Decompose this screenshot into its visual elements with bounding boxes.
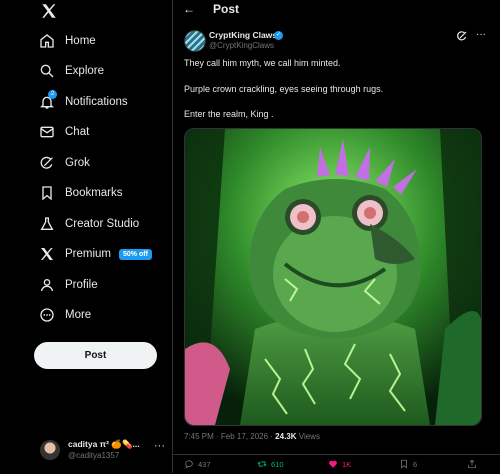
tweet-timestamp[interactable]: 7:45 PM · Feb 17, 2026 · [184,432,275,441]
heart-icon [329,460,337,468]
account-switcher[interactable]: caditya π² 🍊💊... @caditya1357 ··· [40,438,170,462]
post-detail: ← Post CryptKing Claws ✓ @CryptKingClaws… [173,0,500,473]
nav-chat-label: Chat [65,126,90,138]
bookmark-icon [401,459,407,469]
bell-icon: 2 [39,90,57,110]
account-name: caditya π² 🍊💊... [68,439,140,449]
nav-bookmarks-label: Bookmarks [65,187,123,199]
reply-button[interactable]: 437 [184,459,211,469]
flask-icon [40,217,54,230]
nav-notifications-label: Notifications [65,96,128,108]
nav-premium[interactable]: Premium 50% off [39,242,152,266]
person-icon [41,279,53,292]
mail-icon [40,126,54,138]
tweet-text-line: They call him myth, we call him minted. [184,58,341,68]
author-name[interactable]: CryptKing Claws [209,30,277,40]
tweet-media-image[interactable] [184,128,482,426]
nav-grok-label: Grok [65,157,90,169]
post-header: ← Post [173,0,500,22]
like-count: 1K [342,459,352,469]
repost-count: 610 [271,459,284,469]
search-icon [40,64,54,78]
x-logo-icon[interactable] [40,2,58,20]
share-button[interactable] [467,459,481,469]
more-options-icon[interactable]: ··· [476,29,486,40]
nav-bookmarks[interactable]: Bookmarks [39,181,123,205]
nav-creator-studio-label: Creator Studio [65,218,140,230]
like-button[interactable]: 1K [328,459,351,469]
nav-notifications[interactable]: 2 Notifications [39,90,128,114]
nav-more[interactable]: More [39,303,91,327]
nav-profile-label: Profile [65,279,98,291]
grok-icon[interactable] [456,30,468,42]
nav-grok[interactable]: Grok [39,151,90,175]
notification-badge: 2 [48,90,57,99]
premium-discount-badge: 50% off [119,248,152,260]
account-handle: @caditya1357 [68,451,120,460]
bookmark-icon [42,186,52,201]
bookmark-count: 6 [413,459,418,469]
page-title: Post [213,2,240,16]
account-more-icon[interactable]: ··· [154,440,165,452]
view-count: 24.3K [275,432,297,441]
bookmark-button[interactable]: 6 [399,459,417,469]
sidebar: Home Explore 2 Notifications Chat Grok B… [0,0,173,473]
tweet-text-line: Enter the realm, King . [184,109,274,119]
nav-creator-studio[interactable]: Creator Studio [39,212,139,236]
more-circle-icon [40,308,54,322]
x-logo-icon [41,248,53,260]
author-handle[interactable]: @CryptKingClaws [209,41,274,50]
nav-chat[interactable]: Chat [39,120,89,144]
nav-home[interactable]: Home [39,29,96,53]
nav-premium-label: Premium [65,248,112,260]
post-button[interactable]: Post [34,342,157,369]
views-label: Views [296,432,320,441]
author-avatar[interactable] [184,30,206,52]
repost-icon [257,461,267,467]
reply-count: 437 [198,459,211,469]
tweet-meta: 7:45 PM · Feb 17, 2026 · 24.3K Views [184,432,320,441]
share-icon [468,459,476,469]
home-icon [40,34,54,48]
nav-profile[interactable]: Profile [39,273,98,297]
verified-badge-icon: ✓ [274,31,283,40]
nav-explore[interactable]: Explore [39,59,104,83]
grok-icon [40,156,53,169]
repost-button[interactable]: 610 [257,459,284,469]
nav-explore-label: Explore [65,65,104,77]
back-arrow-icon[interactable]: ← [183,2,195,16]
nav-home-label: Home [65,35,96,47]
avatar [40,440,60,460]
tweet-text-line: Purple crown crackling, eyes seeing thro… [184,84,384,94]
reply-icon [185,460,193,469]
nav-more-label: More [65,309,92,321]
nft-lion-artwork [185,129,481,425]
tweet-actions: 437 610 1K 6 [173,454,500,474]
